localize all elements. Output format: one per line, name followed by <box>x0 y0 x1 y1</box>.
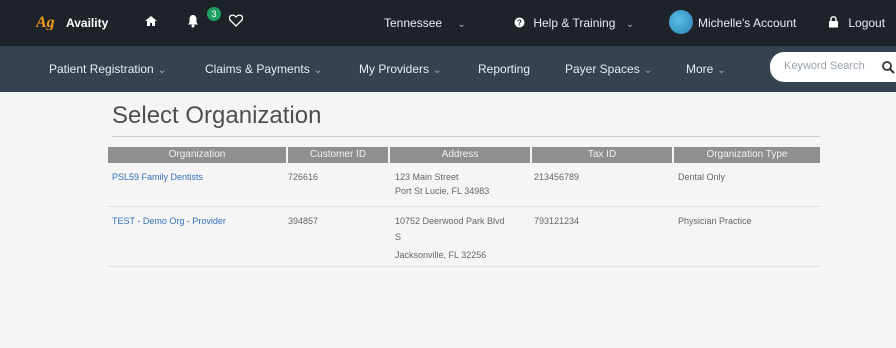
availity-logo-icon[interactable]: Ag <box>36 12 64 30</box>
address-line-cell: 10752 Deerwood Park Blvd <box>395 216 505 226</box>
bell-icon[interactable] <box>186 14 200 28</box>
nav-item-label: Claims & Payments <box>205 62 310 76</box>
column-header-organization-type: Organization Type <box>674 147 820 163</box>
state-selector[interactable]: Tennessee ⌄ <box>384 16 466 30</box>
search-icon[interactable] <box>882 61 895 74</box>
svg-text:?: ? <box>517 18 522 27</box>
brand-name[interactable]: Availity <box>66 16 108 30</box>
chevron-down-icon: ⌄ <box>313 65 323 76</box>
nav-item-claims-payments[interactable]: Claims & Payments ⌄ <box>205 62 322 76</box>
heart-icon[interactable] <box>229 14 243 27</box>
account-label: Michelle's Account <box>698 16 797 30</box>
customer-id-cell: 726616 <box>288 172 319 182</box>
chevron-down-icon: ⌄ <box>457 19 466 30</box>
tax-id-cell: 793121234 <box>534 216 580 226</box>
chevron-down-icon: ⌄ <box>157 65 167 76</box>
nav-item-payer-spaces[interactable]: Payer Spaces ⌄ <box>565 62 652 76</box>
organization-type-cell: Dental Only <box>678 172 726 182</box>
title-divider <box>112 136 820 137</box>
chevron-down-icon: ⌄ <box>643 65 653 76</box>
svg-text:Ag: Ag <box>36 14 55 30</box>
nav-item-more[interactable]: More ⌄ <box>686 62 726 76</box>
nav-item-label: Reporting <box>478 62 531 76</box>
nav-item-my-providers[interactable]: My Providers ⌄ <box>359 62 441 76</box>
organization-type-cell: Physician Practice <box>678 216 752 226</box>
address-line-cell: 123 Main Street <box>395 172 459 182</box>
help-training-label: Help & Training <box>533 16 616 30</box>
keyword-search[interactable]: Keyword Search <box>770 52 896 82</box>
column-header-customer-id: Customer ID <box>288 147 388 163</box>
main-nav: Patient Registration ⌄ Claims & Payments ⌄… <box>0 46 896 92</box>
chevron-down-icon: ⌄ <box>433 65 442 76</box>
nav-item-label: My Providers <box>359 62 430 76</box>
question-circle-icon: ? <box>514 17 525 28</box>
organization-link[interactable]: PSL59 Family Dentists <box>112 170 203 184</box>
home-icon[interactable] <box>144 15 158 27</box>
organization-link[interactable]: TEST - Demo Org - Provider <box>112 214 226 228</box>
column-header-address: Address <box>390 147 530 163</box>
address-line-cell: Jacksonville, FL 32256 <box>395 250 487 260</box>
top-bar: Ag Availity 3 Tennessee ⌄ ? Help & Train… <box>0 0 896 46</box>
account-menu[interactable]: Michelle's Account <box>698 16 796 30</box>
globe-avatar-icon[interactable] <box>669 10 693 34</box>
nav-item-label: Payer Spaces <box>565 62 640 76</box>
page-title: Select Organization <box>112 102 322 129</box>
lock-icon <box>829 16 838 28</box>
state-selector-label: Tennessee <box>384 16 443 30</box>
column-header-organization: Organization <box>108 147 286 163</box>
chevron-down-icon: ⌄ <box>625 19 635 30</box>
customer-id-cell: 394857 <box>288 216 319 226</box>
logout-label: Logout <box>848 16 886 30</box>
tax-id-cell: 213456789 <box>534 172 580 182</box>
column-header-tax-id: Tax ID <box>532 147 672 163</box>
nav-item-patient-registration[interactable]: Patient Registration ⌄ <box>49 62 166 76</box>
address-line-cell: S <box>395 232 402 242</box>
nav-item-reporting[interactable]: Reporting <box>478 62 530 76</box>
row-divider <box>108 266 820 267</box>
row-divider <box>108 206 820 207</box>
help-training-menu[interactable]: ? Help & Training ⌄ <box>514 16 634 30</box>
nav-item-label: Patient Registration <box>49 62 154 76</box>
keyword-search-input[interactable]: Keyword Search <box>784 60 865 72</box>
notification-badge: 3 <box>207 7 221 21</box>
logout-link[interactable]: Logout <box>828 16 885 30</box>
chevron-down-icon: ⌄ <box>717 65 726 76</box>
nav-item-label: More <box>686 62 714 76</box>
address-line-cell: Port St Lucie, FL 34983 <box>395 186 490 196</box>
